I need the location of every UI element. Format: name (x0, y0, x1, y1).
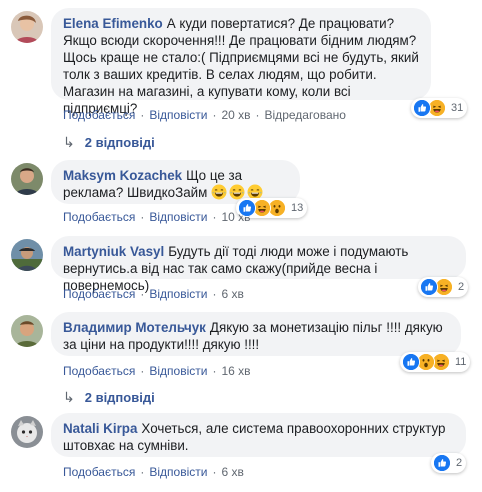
reply-arrow-icon: ↳ (63, 389, 75, 405)
comment-timestamp[interactable]: 6 хв (221, 465, 243, 479)
view-replies-link[interactable]: ↳ 2 відповіді (63, 134, 155, 151)
avatar[interactable] (11, 11, 43, 43)
separator: · (255, 108, 260, 122)
comment-bubble: Владимир Мотельчук Дякую за монетизацію п… (51, 312, 461, 356)
separator: · (212, 364, 217, 378)
comment-author[interactable]: Natali Kirpa (63, 421, 137, 436)
comment-bubble: Martyniuk Vasyl Будуть дії тоді люди може… (51, 236, 466, 293)
comment-actions: Подобається · Відповісти · 20 хв · Відредаг… (63, 108, 346, 122)
like-link[interactable]: Подобається (63, 287, 135, 301)
reaction-summary[interactable]: 31 (411, 98, 468, 118)
separator: · (140, 210, 145, 224)
reaction-count: 13 (291, 202, 304, 214)
reaction-count: 11 (455, 356, 467, 368)
like-reaction-icon (433, 454, 451, 472)
reaction-summary[interactable]: 13 (236, 198, 308, 218)
reply-link[interactable]: Відповісти (149, 287, 207, 301)
separator: · (140, 465, 145, 479)
reply-link[interactable]: Відповісти (149, 108, 207, 122)
comment-bubble: Elena Efimenko А куди повертатися? Де пра… (51, 8, 431, 116)
comment-actions: Подобається · Відповісти · 10 хв (63, 210, 251, 224)
comment-author[interactable]: Maksym Kozachek (63, 168, 182, 183)
like-reaction-icon (402, 353, 420, 371)
comment-actions: Подобається · Відповісти · 6 хв (63, 287, 244, 301)
like-link[interactable]: Подобається (63, 210, 135, 224)
like-link[interactable]: Подобається (63, 364, 135, 378)
reaction-count: 2 (456, 457, 463, 469)
reply-link[interactable]: Відповісти (149, 465, 207, 479)
reaction-summary[interactable]: 11 (400, 352, 471, 372)
like-link[interactable]: Подобається (63, 465, 135, 479)
avatar[interactable] (11, 416, 43, 448)
separator: · (140, 108, 145, 122)
separator: · (212, 465, 217, 479)
comment-actions: Подобається · Відповісти · 6 хв (63, 465, 244, 479)
avatar[interactable] (11, 163, 43, 195)
comment-author[interactable]: Elena Efimenko (63, 16, 163, 31)
comment-text: А куди повертатися? Де працювати? Якщо в… (63, 16, 419, 116)
reply-arrow-icon: ↳ (63, 134, 75, 150)
like-reaction-icon (413, 99, 431, 117)
reply-link[interactable]: Відповісти (149, 210, 207, 224)
laughing-emoji-icon (211, 184, 227, 200)
like-reaction-icon (238, 199, 256, 217)
reaction-count: 2 (458, 281, 465, 293)
like-link[interactable]: Подобається (63, 108, 135, 122)
reply-link[interactable]: Відповісти (149, 364, 207, 378)
edited-label[interactable]: Відредаговано (265, 108, 346, 122)
separator: · (212, 287, 217, 301)
view-replies-link[interactable]: ↳ 2 відповіді (63, 389, 155, 406)
comment-author[interactable]: Martyniuk Vasyl (63, 244, 164, 259)
comment-timestamp[interactable]: 6 хв (221, 287, 243, 301)
comment-timestamp[interactable]: 16 хв (221, 364, 250, 378)
reaction-summary[interactable]: 2 (431, 453, 467, 473)
comment-bubble: Natali Kirpa Хочеться, але система правоо… (51, 413, 466, 457)
avatar[interactable] (11, 239, 43, 271)
avatar[interactable] (11, 315, 43, 347)
comment-author[interactable]: Владимир Мотельчук (63, 320, 206, 335)
separator: · (140, 364, 145, 378)
like-reaction-icon (420, 278, 438, 296)
separator: · (212, 210, 217, 224)
comment-actions: Подобається · Відповісти · 16 хв (63, 364, 251, 378)
replies-count-label[interactable]: 2 відповіді (85, 390, 155, 405)
reaction-count: 31 (451, 102, 464, 114)
replies-count-label[interactable]: 2 відповіді (85, 135, 155, 150)
reaction-summary[interactable]: 2 (418, 277, 469, 297)
separator: · (140, 287, 145, 301)
comment-timestamp[interactable]: 20 хв (221, 108, 250, 122)
separator: · (212, 108, 217, 122)
